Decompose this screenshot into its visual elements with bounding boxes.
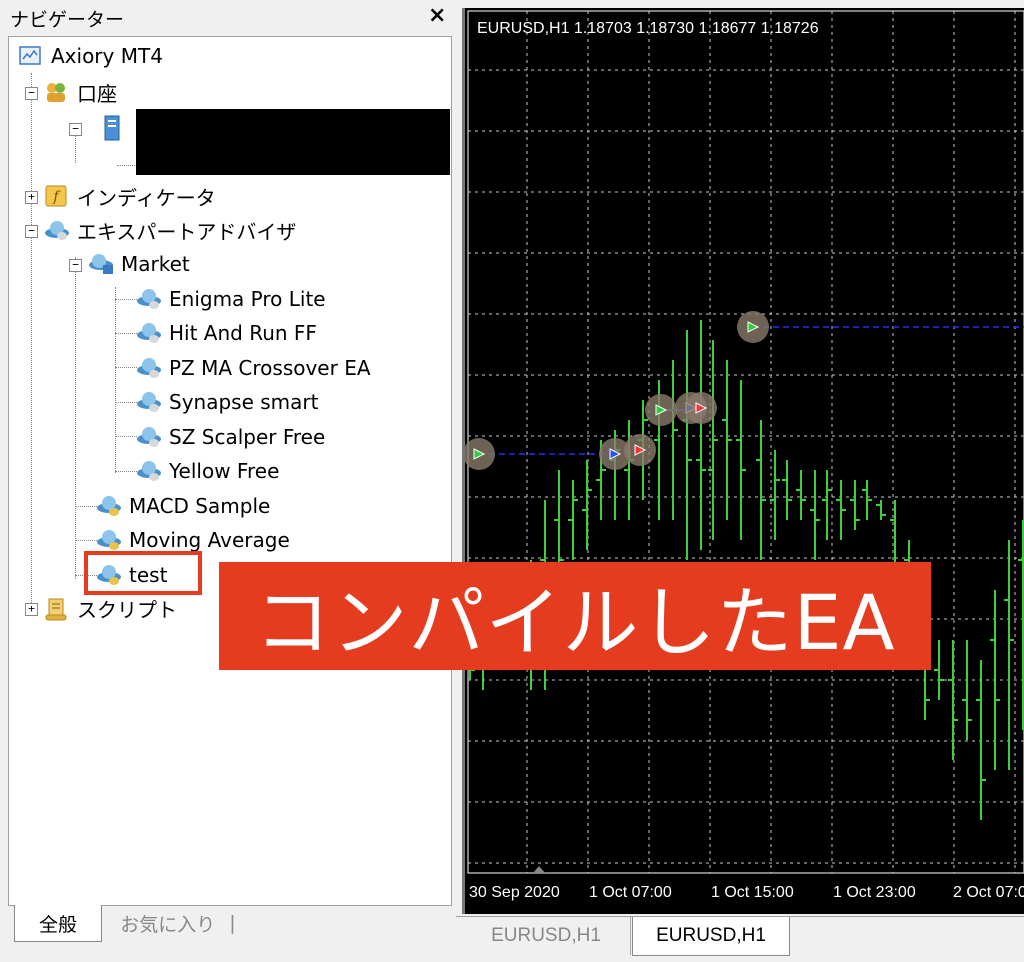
expand-icon[interactable]: + (25, 191, 38, 204)
redacted-account (136, 109, 450, 175)
tree-node-indicators[interactable]: f インディケータ (43, 181, 216, 211)
time-axis-label: 1 Oct 15:00 (711, 884, 794, 901)
collapse-icon[interactable]: − (69, 259, 82, 272)
tab-favorites-label: お気に入り (120, 913, 216, 936)
chart-symbol-info: EURUSD,H1 1.18703 1.18730 1.18677 1.1872… (477, 20, 819, 37)
tree-label-market-item: Yellow Free (169, 459, 280, 483)
expert-hat-icon (135, 287, 161, 311)
collapse-icon[interactable]: − (69, 123, 82, 136)
collapse-icon[interactable]: − (25, 87, 38, 100)
expand-icon[interactable]: + (25, 603, 38, 616)
tree-label-experts: エキスパートアドバイザ (77, 219, 297, 244)
tree-connector (75, 257, 76, 579)
tree-node-root[interactable]: Axiory MT4 (17, 41, 163, 71)
expert-hat-icon (135, 321, 161, 345)
expert-hat-icon (135, 356, 161, 380)
tree-label-market-item: Synapse smart (169, 390, 319, 414)
tree-label-ea: MACD Sample (129, 494, 271, 518)
expert-hat-icon (95, 494, 121, 518)
tree-node-accounts[interactable]: 口座 (43, 77, 117, 107)
server-icon (99, 114, 125, 141)
tree-label-ea: Moving Average (129, 528, 290, 552)
tree-connector (115, 436, 137, 437)
time-axis-label: 1 Oct 23:00 (833, 884, 916, 901)
navigator-panel: ナビゲーター × Axiory MT4 − 口座 − + f インディケータ −… (0, 0, 456, 961)
tree-connector (31, 73, 32, 611)
expert-hat-icon (95, 528, 121, 552)
time-axis-label: 2 Oct 07:00 (953, 884, 1024, 901)
navigator-title: ナビゲーター (10, 9, 125, 31)
market-icon (87, 252, 113, 276)
tree-connector (115, 367, 137, 368)
chart-tab-active[interactable]: EURUSD,H1 (632, 917, 790, 956)
tree-label-root: Axiory MT4 (51, 44, 163, 68)
indicators-icon: f (43, 184, 69, 208)
expert-hat-icon (135, 390, 161, 414)
tree-label-accounts: 口座 (77, 81, 117, 106)
accounts-icon (43, 80, 69, 104)
expert-hat-icon (135, 459, 161, 483)
tree-node-market-item[interactable]: Hit And Run FF (135, 318, 317, 348)
tree-connector (115, 299, 137, 300)
tree-node-market-item[interactable]: Synapse smart (135, 387, 318, 417)
tree-node-scripts[interactable]: スクリプト (43, 593, 177, 623)
tab-separator: | (229, 912, 236, 934)
tab-favorites[interactable]: お気に入り | (108, 905, 248, 941)
scroll-marker (533, 866, 545, 873)
tree-node-market-item[interactable]: Enigma Pro Lite (135, 284, 326, 314)
navigator-titlebar: ナビゲーター × (0, 0, 456, 36)
price-chart[interactable]: 30 Sep 2020 1 Oct 07:00 1 Oct 15:00 1 Oct 2… (465, 8, 1024, 914)
tab-all[interactable]: 全般 (14, 905, 102, 942)
tree-node-ea-macd[interactable]: MACD Sample (95, 491, 270, 521)
tree-connector (115, 333, 137, 334)
navigator-tabs: 全般 お気に入り | (8, 905, 450, 945)
scroll-icon (43, 596, 69, 621)
tree-node-experts[interactable]: エキスパートアドバイザ (43, 215, 296, 245)
tree-node-market-item[interactable]: Yellow Free (135, 456, 279, 486)
tree-node-market-item[interactable]: PZ MA Crossover EA (135, 353, 371, 383)
tree-label-indicators: インディケータ (77, 185, 216, 210)
expert-hat-icon (43, 218, 69, 242)
chart-tab[interactable]: EURUSD,H1 (462, 917, 631, 955)
close-icon[interactable]: × (428, 4, 446, 28)
tree-connector (75, 540, 97, 541)
tree-node-market-item[interactable]: SZ Scalper Free (135, 422, 325, 452)
expert-hat-icon (135, 425, 161, 449)
time-axis-label: 30 Sep 2020 (469, 884, 560, 901)
chart-tabs: EURUSD,H1 EURUSD,H1 (456, 916, 1024, 962)
tree-connector (115, 287, 116, 473)
chart-frame (467, 10, 1024, 874)
tree-label-market-item: Hit And Run FF (169, 321, 317, 345)
tree-connector (75, 133, 76, 163)
tree-label-market-item: Enigma Pro Lite (169, 287, 326, 311)
annotation-callout: コンパイルしたEA (219, 562, 931, 670)
terminal-icon (17, 44, 43, 68)
chart-window[interactable]: 30 Sep 2020 1 Oct 07:00 1 Oct 15:00 1 Oct 2… (462, 8, 1024, 914)
highlight-box (84, 551, 202, 595)
collapse-icon[interactable]: − (25, 225, 38, 238)
tree-label-market-item: SZ Scalper Free (169, 425, 326, 449)
tree-node-market[interactable]: Market (87, 249, 190, 279)
tree-connector (75, 506, 97, 507)
tree-label-scripts: スクリプト (77, 597, 177, 622)
tree-node-server[interactable] (99, 111, 125, 141)
time-axis-label: 1 Oct 07:00 (589, 884, 672, 901)
tree-connector (115, 471, 137, 472)
tree-label-market: Market (121, 252, 190, 276)
tree-label-market-item: PZ MA Crossover EA (169, 356, 371, 380)
tree-connector (115, 402, 137, 403)
